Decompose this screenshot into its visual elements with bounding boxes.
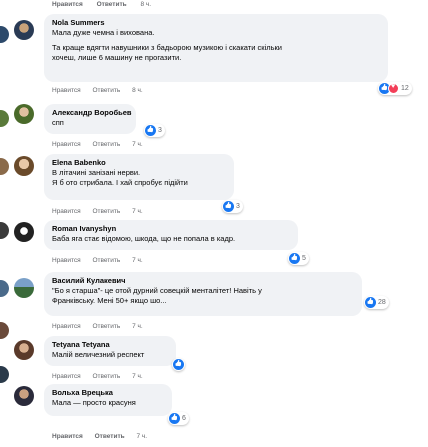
comment-author[interactable]: Nola Summers — [52, 18, 380, 28]
like-reaction-icon — [173, 359, 184, 370]
comment-text: Мала — просто красуня — [52, 398, 136, 407]
like-reaction-icon — [145, 125, 156, 136]
comment-author[interactable]: Александр Воробьев — [52, 108, 131, 118]
reaction-count[interactable] — [172, 358, 185, 371]
reply-button[interactable]: Ответить — [93, 87, 121, 94]
like-button[interactable]: Нравится — [52, 373, 81, 380]
avatar — [0, 26, 9, 43]
reaction-number: 6 — [182, 415, 186, 422]
avatar[interactable] — [14, 278, 34, 298]
comment-author[interactable]: Tetyana Tetyana — [52, 340, 168, 350]
comment-author[interactable]: Вольха Врецька — [52, 388, 164, 398]
comment-text: Мала дуже чемна і вихована. — [52, 28, 155, 37]
comment-actions: Нравится Ответить 7 ч. — [52, 432, 157, 441]
avatar — [0, 366, 9, 383]
timestamp: 7 ч. — [132, 141, 143, 148]
avatar[interactable] — [14, 386, 34, 406]
left-avatar-column — [0, 0, 10, 447]
comment-author[interactable]: Elena Babenko — [52, 158, 226, 168]
comment-bubble: Василий Кулакевич "Бо я старша"- це отой… — [44, 272, 362, 316]
timestamp: 7 ч. — [132, 257, 143, 264]
like-button[interactable]: Нравится — [52, 87, 81, 94]
like-reaction-icon — [223, 201, 234, 212]
reply-button[interactable]: Ответить — [97, 1, 127, 8]
reaction-number: 5 — [302, 255, 306, 262]
reaction-number: 28 — [378, 299, 386, 306]
reaction-count[interactable]: 12 — [378, 82, 412, 95]
like-button[interactable]: Нравится — [52, 323, 81, 330]
comment-actions: Нравится Ответить 7 ч. — [52, 322, 153, 331]
comment-bubble: Александр Воробьев спп — [44, 104, 136, 134]
reply-button[interactable]: Ответить — [93, 373, 121, 380]
comment-text: В літачині занізані нерви. — [52, 168, 141, 177]
comment-actions: Нравится Ответить 7 ч. — [52, 140, 153, 149]
timestamp: 7 ч. — [136, 433, 148, 440]
comment-text: Баба яга стає відомою, шкода, що не попа… — [52, 234, 236, 243]
like-button[interactable]: Нравится — [52, 1, 83, 8]
comment-text: Та краще вдягти навушники з бадьорою муз… — [52, 43, 282, 52]
avatar[interactable] — [14, 222, 34, 242]
reaction-count[interactable]: 5 — [288, 252, 309, 265]
reaction-count[interactable]: 28 — [364, 296, 389, 309]
comment-bubble: Roman Ivanyshyn Баба яга стає відомою, ш… — [44, 220, 298, 250]
comment-actions: Нравится Ответить 7 ч. — [52, 256, 153, 265]
heart-reaction-icon — [388, 83, 399, 94]
like-reaction-icon — [289, 253, 300, 264]
avatar — [0, 322, 9, 339]
reaction-number: 3 — [158, 127, 162, 134]
avatar[interactable] — [14, 20, 34, 40]
reply-button[interactable]: Ответить — [93, 257, 121, 264]
reaction-number: 3 — [236, 203, 240, 210]
timestamp: 8 ч. — [132, 87, 143, 94]
like-reaction-icon — [169, 413, 180, 424]
comment-bubble: Вольха Врецька Мала — просто красуня — [44, 384, 172, 416]
comment-text: Малій величезний респект — [52, 350, 145, 359]
comment-text: спп — [52, 118, 64, 127]
comment-text: Я б ото стрибала. І хай спробує підійти — [52, 178, 188, 187]
comment-actions: Нравится Ответить 8 ч. — [52, 86, 153, 95]
reaction-count[interactable]: 6 — [168, 412, 189, 425]
comment-author[interactable]: Roman Ivanyshyn — [52, 224, 290, 234]
top-actions: Нравится Ответить 8 ч. — [52, 0, 163, 9]
like-button[interactable]: Нравится — [52, 141, 81, 148]
like-button[interactable]: Нравится — [52, 208, 81, 215]
avatar[interactable] — [14, 340, 34, 360]
reaction-count[interactable]: 3 — [144, 124, 165, 137]
reply-button[interactable]: Ответить — [93, 141, 121, 148]
timestamp: 7 ч. — [132, 208, 143, 215]
avatar — [0, 158, 9, 175]
avatar — [0, 110, 9, 127]
avatar — [0, 280, 9, 297]
comment-text: Франківську. Мені 50+ якщо шо... — [52, 296, 167, 305]
reaction-count[interactable]: 3 — [222, 200, 243, 213]
comment-bubble: Nola Summers Мала дуже чемна і вихована.… — [44, 14, 388, 82]
comment-text: "Бо я старша"- це отой дурний совецкій м… — [52, 286, 262, 295]
reply-button[interactable]: Ответить — [95, 433, 125, 440]
avatar[interactable] — [14, 156, 34, 176]
reaction-number: 12 — [401, 85, 409, 92]
comment-actions: Нравится Ответить 7 ч. — [52, 372, 153, 381]
timestamp: 7 ч. — [132, 373, 143, 380]
comment-bubble: Tetyana Tetyana Малій величезний респект — [44, 336, 176, 366]
comment-author[interactable]: Василий Кулакевич — [52, 276, 354, 286]
like-button[interactable]: Нравится — [52, 433, 83, 440]
comment-bubble: Elena Babenko В літачині занізані нерви.… — [44, 154, 234, 200]
reply-button[interactable]: Ответить — [93, 208, 121, 215]
like-button[interactable]: Нравится — [52, 257, 81, 264]
comment-text: хочеш, лише 6 машину не прогазити. — [52, 53, 182, 62]
avatar[interactable] — [14, 104, 34, 124]
timestamp: 8 ч. — [140, 1, 152, 8]
avatar — [0, 222, 9, 239]
comment-actions: Нравится Ответить 7 ч. — [52, 207, 153, 216]
reply-button[interactable]: Ответить — [93, 323, 121, 330]
like-reaction-icon — [365, 297, 376, 308]
timestamp: 7 ч. — [132, 323, 143, 330]
